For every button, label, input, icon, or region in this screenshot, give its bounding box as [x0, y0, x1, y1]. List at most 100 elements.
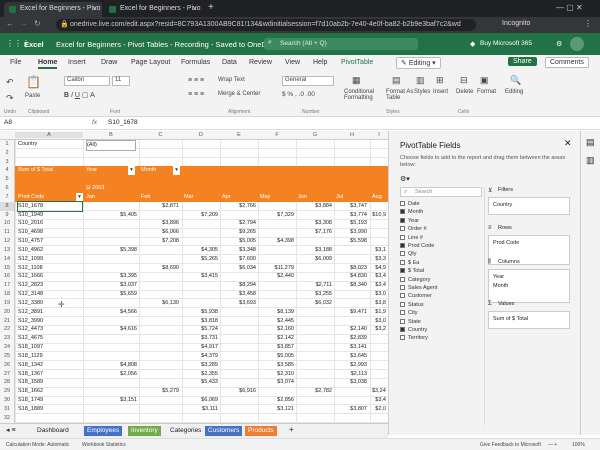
pivot-value-cell[interactable]: $3,884 — [298, 202, 332, 211]
pivot-value-cell[interactable]: $6,032 — [298, 299, 332, 308]
avatar[interactable] — [570, 37, 584, 51]
row-header[interactable]: 20 — [0, 307, 15, 317]
row-header[interactable]: 5 — [0, 175, 15, 185]
pivot-value-cell[interactable]: $8,139 — [260, 308, 294, 317]
pivot-value-cell[interactable]: $3,1 — [372, 246, 386, 255]
row-header[interactable]: 9 — [0, 210, 15, 220]
row-header[interactable]: 15 — [0, 263, 15, 273]
row-header[interactable]: 16 — [0, 272, 15, 282]
pivot-row-product[interactable]: S12_2823 — [18, 281, 82, 290]
row-header[interactable]: 25 — [0, 351, 15, 361]
font-style-buttons[interactable]: B I U ▢ A — [64, 91, 95, 99]
pivot-value-cell[interactable]: $4,566 — [86, 308, 137, 317]
tab-page-layout[interactable]: Page Layout — [131, 59, 170, 66]
column-header-d[interactable]: D — [182, 132, 220, 138]
browser-tab-2[interactable]: Excel for Beginners - Pivo × — [104, 2, 202, 17]
tab-view[interactable]: View — [285, 59, 300, 66]
pivot-row-product[interactable]: S12_3990 — [18, 317, 82, 326]
field-item[interactable]: State — [400, 318, 421, 325]
field-item[interactable]: Date — [400, 201, 420, 207]
pivot-value-cell[interactable]: $3,395 — [86, 272, 137, 281]
pivot-value-cell[interactable]: $4,379 — [184, 352, 218, 361]
row-header[interactable]: 28 — [0, 378, 15, 388]
pivot-value-cell[interactable]: $3,074 — [260, 378, 294, 387]
row-header[interactable]: 2 — [0, 148, 15, 158]
pivot-value-cell[interactable]: $2,113 — [336, 370, 367, 379]
pivot-row-product[interactable]: S10_1949 — [18, 211, 82, 220]
pivot-value-cell[interactable]: $4,398 — [260, 237, 294, 246]
format-pane-icon[interactable]: ▥ — [586, 155, 595, 166]
pivot-value-cell[interactable]: $5,398 — [86, 246, 137, 255]
checkbox-icon[interactable] — [400, 335, 405, 341]
align-bottom-buttons[interactable]: ≡ ≡ ≡ — [188, 91, 204, 98]
pivot-row-product[interactable]: S18_1342 — [18, 361, 82, 370]
field-item[interactable]: Status — [400, 301, 424, 308]
columns-dropzone[interactable]: Year Month — [488, 269, 570, 303]
row-header[interactable]: 19 — [0, 298, 15, 308]
font-name-select[interactable]: Calibri — [64, 76, 110, 86]
app-name[interactable]: Excel — [24, 40, 44, 49]
checkbox-icon[interactable] — [400, 293, 405, 299]
pivot-value-cell[interactable]: $3,747 — [336, 202, 367, 211]
checkbox-icon[interactable] — [400, 251, 405, 257]
pivot-value-cell[interactable]: $7,176 — [298, 228, 332, 237]
forward-icon[interactable]: → — [20, 19, 28, 28]
pivot-value-cell[interactable]: $3,807 — [336, 405, 367, 414]
pivot-value-cell[interactable]: $5,005 — [222, 237, 256, 246]
zoom-slider[interactable]: — + — [548, 442, 557, 448]
field-item[interactable]: Line # — [400, 234, 423, 241]
rows-item-prod-code[interactable]: Prod Code — [493, 240, 519, 246]
sheet-tab[interactable]: Categories — [167, 426, 204, 436]
sheet-tab[interactable]: Customers — [205, 426, 243, 436]
pivot-value-cell[interactable]: $3,0 — [372, 290, 386, 299]
pivot-value-cell[interactable]: $3,151 — [86, 396, 137, 405]
editing-mode-dropdown[interactable]: ✎ Editing ▾ — [396, 57, 441, 69]
column-header-b[interactable]: B — [83, 132, 139, 138]
pivot-value-cell[interactable]: $6,009 — [298, 255, 332, 264]
field-item[interactable]: Order # — [400, 226, 427, 232]
checkbox-icon[interactable] — [400, 301, 405, 307]
pivot-value-cell[interactable]: $2,140 — [336, 325, 367, 334]
undo-icon[interactable]: ↶ — [6, 77, 14, 88]
field-item[interactable]: Year — [400, 217, 419, 224]
row-header[interactable]: 11 — [0, 228, 15, 238]
document-title[interactable]: Excel for Beginners - Pivot Tables - Rec… — [56, 40, 279, 49]
column-header-f[interactable]: F — [258, 132, 296, 138]
workbook-stats-link[interactable]: Workbook Statistics — [82, 442, 126, 448]
styles-button[interactable]: Styles — [414, 89, 430, 95]
pivot-month-header[interactable]: Aug — [372, 193, 388, 202]
pivot-value-cell[interactable]: $2,993 — [336, 361, 367, 370]
pivot-month-header[interactable]: Jan — [86, 193, 139, 202]
pivot-value-cell[interactable]: $2,0 — [372, 405, 386, 414]
pivot-value-cell[interactable]: $7,209 — [184, 211, 218, 220]
pivot-month-label[interactable]: Month — [141, 166, 177, 175]
row-header[interactable]: 27 — [0, 369, 15, 379]
pivot-value-cell[interactable]: $5,938 — [184, 308, 218, 317]
tab-home[interactable]: Home — [38, 59, 58, 69]
checkbox-icon[interactable] — [400, 276, 405, 282]
row-header[interactable]: 1 — [0, 140, 15, 149]
checkbox-checked-icon[interactable] — [400, 243, 405, 248]
pivot-sum-label[interactable]: Sum of $ Total — [18, 166, 82, 175]
pivot-value-cell[interactable]: $3,255 — [298, 290, 332, 299]
pivot-value-cell[interactable]: $4,616 — [86, 325, 137, 334]
pivot-value-cell[interactable]: $3,818 — [184, 317, 218, 326]
pivot-value-cell[interactable]: $2,766 — [222, 202, 256, 211]
back-icon[interactable]: ← — [6, 19, 14, 28]
checkbox-icon[interactable] — [400, 259, 405, 265]
pivot-month-header[interactable]: Feb — [141, 193, 181, 202]
pivot-row-product[interactable]: S12_4675 — [18, 334, 82, 343]
pivot-value-cell[interactable]: $7,600 — [222, 255, 256, 264]
settings-icon[interactable]: ⚙ — [556, 40, 562, 48]
pivot-value-cell[interactable]: $10,9 — [372, 211, 386, 220]
pivot-value-cell[interactable]: $3,896 — [141, 219, 179, 228]
format-cells-button[interactable]: Format — [477, 89, 496, 95]
pivot-row-product[interactable]: S12_1099 — [18, 255, 82, 264]
pivot-value-cell[interactable]: $3,348 — [222, 246, 256, 255]
tab-review[interactable]: Review — [249, 59, 272, 66]
pivot-row-product[interactable]: S10_4698 — [18, 228, 82, 237]
pivot-row-product[interactable]: S10_2016 — [18, 219, 82, 228]
field-item[interactable]: Qty — [400, 251, 417, 257]
row-header[interactable]: 23 — [0, 334, 15, 344]
column-header-i[interactable]: I — [370, 132, 388, 138]
